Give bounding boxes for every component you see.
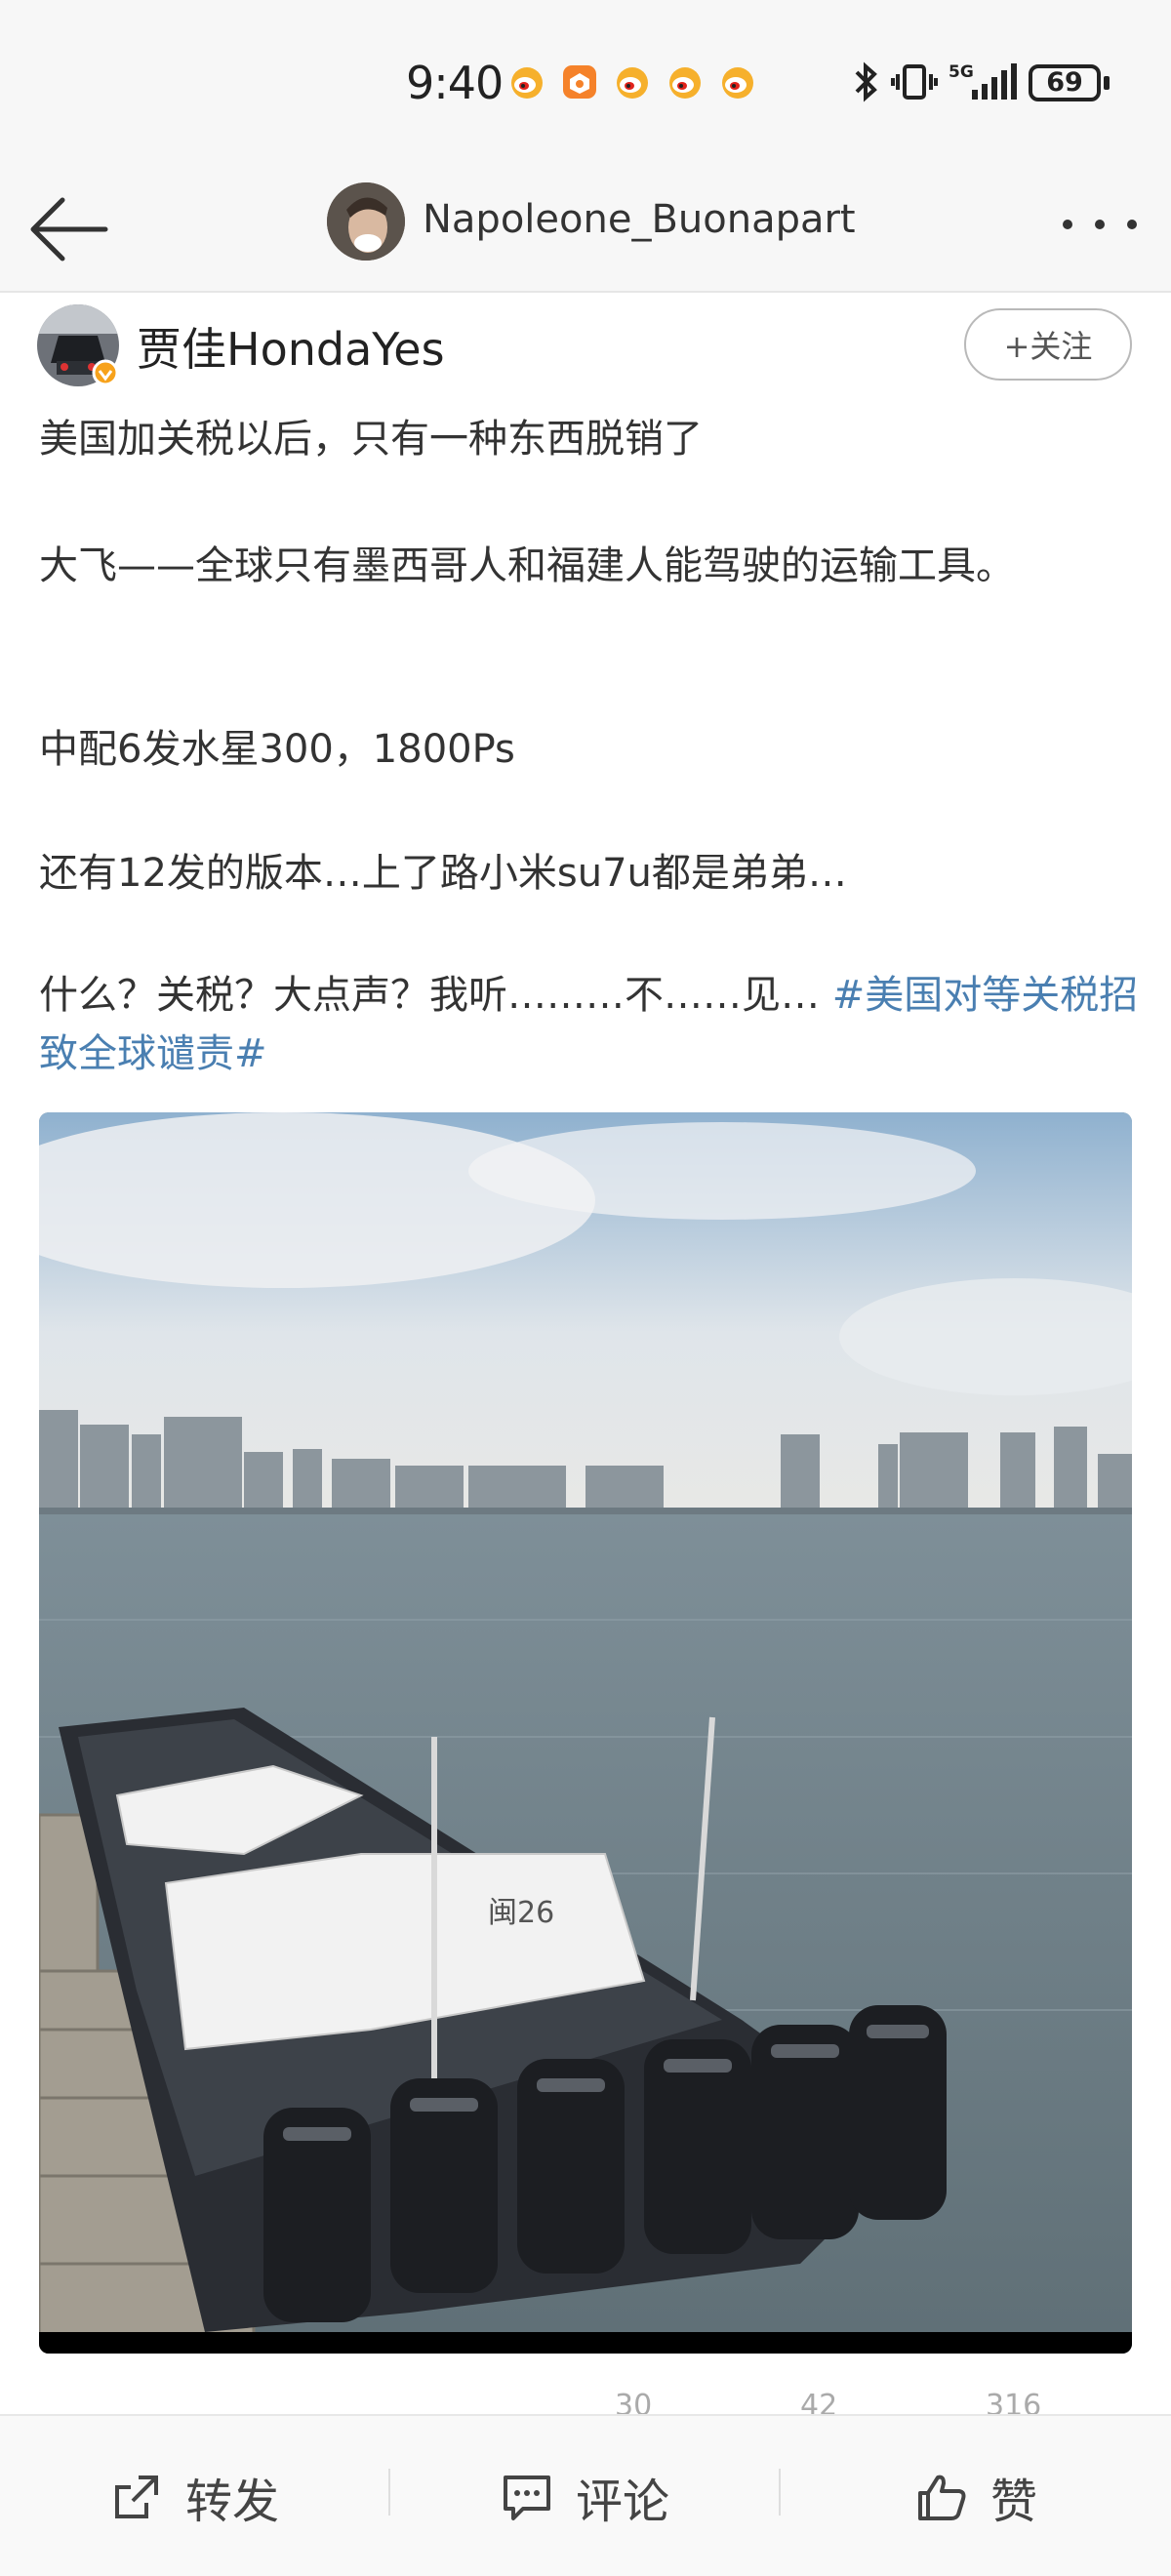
battery-indicator: 69 [1029,64,1101,101]
back-arrow-icon[interactable] [27,185,115,273]
verified-badge-icon [92,359,119,386]
share-icon [114,2475,158,2518]
follow-button[interactable]: +关注 [964,308,1132,381]
nav-header: Napoleone_Buonapart [0,166,1171,293]
like-label: 赞 [989,2475,1037,2529]
post-line-4: 还有12发的版本…上了路小米su7u都是弟弟… [39,851,847,896]
repost-label: 转发 [184,2475,279,2529]
author-name[interactable]: 贾佳HondaYes [137,314,445,379]
hull-marking: 闽26 [488,1896,554,1930]
comment-label: 评论 [575,2475,669,2529]
post-line-5: 什么？关税？大点声？我听………不……见… #美国对等关税招致全球谴责# [39,966,1142,1083]
signal-icon [972,63,1017,100]
battery-tip [1104,76,1110,90]
status-bar: 9:40 5G 69 [0,0,1171,166]
post-line-1: 美国加关税以后，只有一种东西脱销了 [39,417,703,462]
thumbs-up-icon [917,2475,966,2520]
author-avatar[interactable] [37,304,119,386]
weibo-icon [617,67,648,99]
header-title[interactable]: Napoleone_Buonapart [423,197,856,242]
like-button[interactable]: 赞 [781,2416,1171,2576]
weibo-icon [669,67,701,99]
app-icon [563,65,596,99]
comment-icon [503,2475,550,2520]
status-time: 9:40 [406,57,504,109]
post-last-line: 什么？关税？大点声？我听………不……见… [39,973,832,1018]
post-line-2: 大飞——全球只有墨西哥人和福建人能驾驶的运输工具。 [39,543,1015,588]
more-icon[interactable] [1056,195,1144,254]
bluetooth-icon [855,61,877,102]
post-line-3: 中配6发水星300，1800Ps [39,727,515,772]
post-image[interactable]: 闽26 [39,1112,1132,2354]
comment-button[interactable]: 评论 [390,2416,779,2576]
bottom-action-bar: 转发 评论 赞 [0,2414,1171,2576]
weibo-icon [511,67,543,99]
header-avatar-image [327,182,405,261]
repost-button[interactable]: 转发 [0,2416,388,2576]
header-avatar[interactable] [327,182,405,261]
weibo-icon [722,67,753,99]
boat-photo: 闽26 [39,1112,1132,2354]
vibrate-icon [891,64,938,100]
